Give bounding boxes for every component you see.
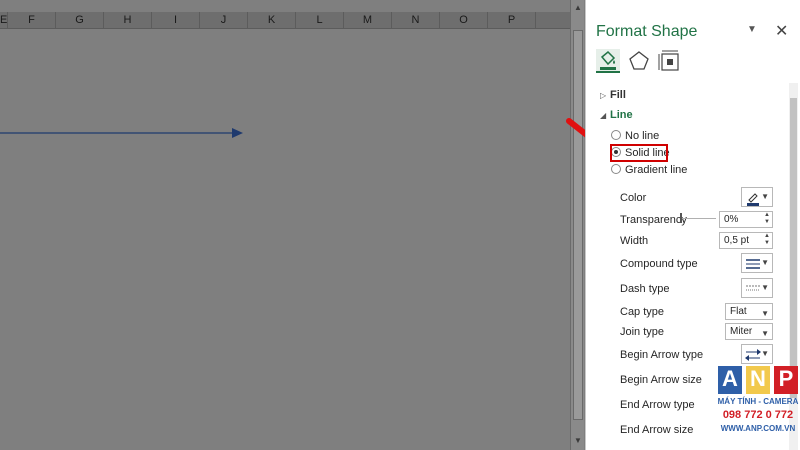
- collapse-triangle-icon: ◢: [600, 111, 607, 120]
- fill-line-icon[interactable]: [596, 49, 620, 73]
- radio-button[interactable]: [611, 164, 621, 174]
- radio-button[interactable]: [611, 130, 621, 140]
- compound-type-button[interactable]: ▼: [741, 253, 773, 273]
- no-line-label: No line: [625, 130, 660, 142]
- anp-watermark: A N P MÁY TÍNH - CAMERA 098 772 0 772 WW…: [716, 364, 800, 450]
- compound-lines-icon: [746, 259, 760, 269]
- line-section-header[interactable]: ◢ Line: [600, 109, 633, 121]
- close-icon[interactable]: ✕: [775, 21, 788, 41]
- begin-arrow-type-button[interactable]: ▼: [741, 344, 773, 364]
- color-label: Color: [620, 192, 647, 204]
- chevron-down-icon: ▼: [761, 283, 769, 292]
- cap-type-value: Flat: [730, 306, 747, 317]
- scrollbar-thumb[interactable]: [573, 30, 583, 420]
- fill-section-header[interactable]: ▷ Fill: [600, 89, 626, 101]
- line-section-label: Line: [610, 109, 633, 121]
- gradient-line-label: Gradient line: [625, 164, 688, 176]
- pane-options-chevron-down-icon[interactable]: ▼: [747, 24, 757, 35]
- transparency-value: 0%: [724, 214, 739, 225]
- worksheet-area[interactable]: E F G H I J K L M N O P: [0, 0, 570, 450]
- dash-lines-icon: [746, 285, 760, 291]
- join-type-value: Miter: [730, 326, 753, 337]
- chevron-down-icon: ▼: [761, 258, 769, 267]
- pane-title: Format Shape: [596, 23, 698, 40]
- width-label: Width: [620, 235, 649, 247]
- transparency-input[interactable]: 0% ▲ ▼: [719, 211, 773, 228]
- color-picker-button[interactable]: ▼: [741, 187, 773, 207]
- dash-type-label: Dash type: [620, 283, 670, 295]
- chevron-down-icon: ▼: [761, 349, 769, 358]
- begin-arrow-size-label: Begin Arrow size: [620, 374, 702, 386]
- watermark-tagline: MÁY TÍNH - CAMERA: [717, 397, 799, 406]
- dash-type-button[interactable]: ▼: [741, 278, 773, 298]
- watermark-site: WWW.ANP.COM.VN: [720, 424, 796, 433]
- chevron-down-icon: ▼: [761, 329, 769, 338]
- transparency-slider-thumb[interactable]: [680, 213, 682, 223]
- transparency-slider[interactable]: [680, 218, 716, 219]
- cap-type-select[interactable]: Flat ▼: [725, 303, 773, 320]
- logo-letter-a: A: [722, 366, 738, 391]
- watermark-phone: 098 772 0 772: [722, 409, 794, 421]
- spinner-arrows-icon[interactable]: ▲ ▼: [764, 212, 770, 226]
- begin-arrow-type-label: Begin Arrow type: [620, 349, 704, 361]
- width-input[interactable]: 0,5 pt ▲ ▼: [719, 232, 773, 249]
- logo-letter-n: N: [750, 366, 766, 391]
- chevron-down-icon: ▼: [761, 192, 769, 201]
- expand-triangle-icon: ▷: [600, 91, 607, 100]
- fill-section-label: Fill: [610, 89, 626, 101]
- cap-type-label: Cap type: [620, 306, 665, 318]
- arrow-style-icon: [745, 349, 761, 361]
- compound-type-label: Compound type: [620, 258, 698, 270]
- pane-scrollbar-thumb[interactable]: [790, 98, 797, 398]
- highlight-box: [610, 144, 668, 162]
- scroll-up-icon[interactable]: ▲: [572, 2, 584, 14]
- join-type-label: Join type: [620, 326, 665, 338]
- width-value: 0,5 pt: [724, 235, 750, 246]
- scroll-down-icon[interactable]: ▼: [572, 435, 584, 447]
- pen-color-icon: [747, 193, 759, 206]
- arrow-line-shape[interactable]: [0, 0, 570, 450]
- join-type-select[interactable]: Miter ▼: [725, 323, 773, 340]
- chevron-down-icon: ▼: [761, 309, 769, 318]
- no-line-radio[interactable]: No line: [611, 130, 659, 142]
- vertical-scrollbar[interactable]: ▲ ▼: [570, 0, 584, 450]
- size-properties-icon[interactable]: [658, 49, 682, 73]
- spinner-arrows-icon[interactable]: ▲ ▼: [764, 233, 770, 247]
- end-arrow-size-label: End Arrow size: [620, 424, 694, 436]
- logo-letter-p: P: [778, 366, 794, 391]
- gradient-line-radio[interactable]: Gradient line: [611, 164, 687, 176]
- transparency-label: Transparency: [620, 214, 687, 226]
- effects-pentagon-icon[interactable]: [627, 49, 651, 73]
- end-arrow-type-label: End Arrow type: [620, 399, 695, 411]
